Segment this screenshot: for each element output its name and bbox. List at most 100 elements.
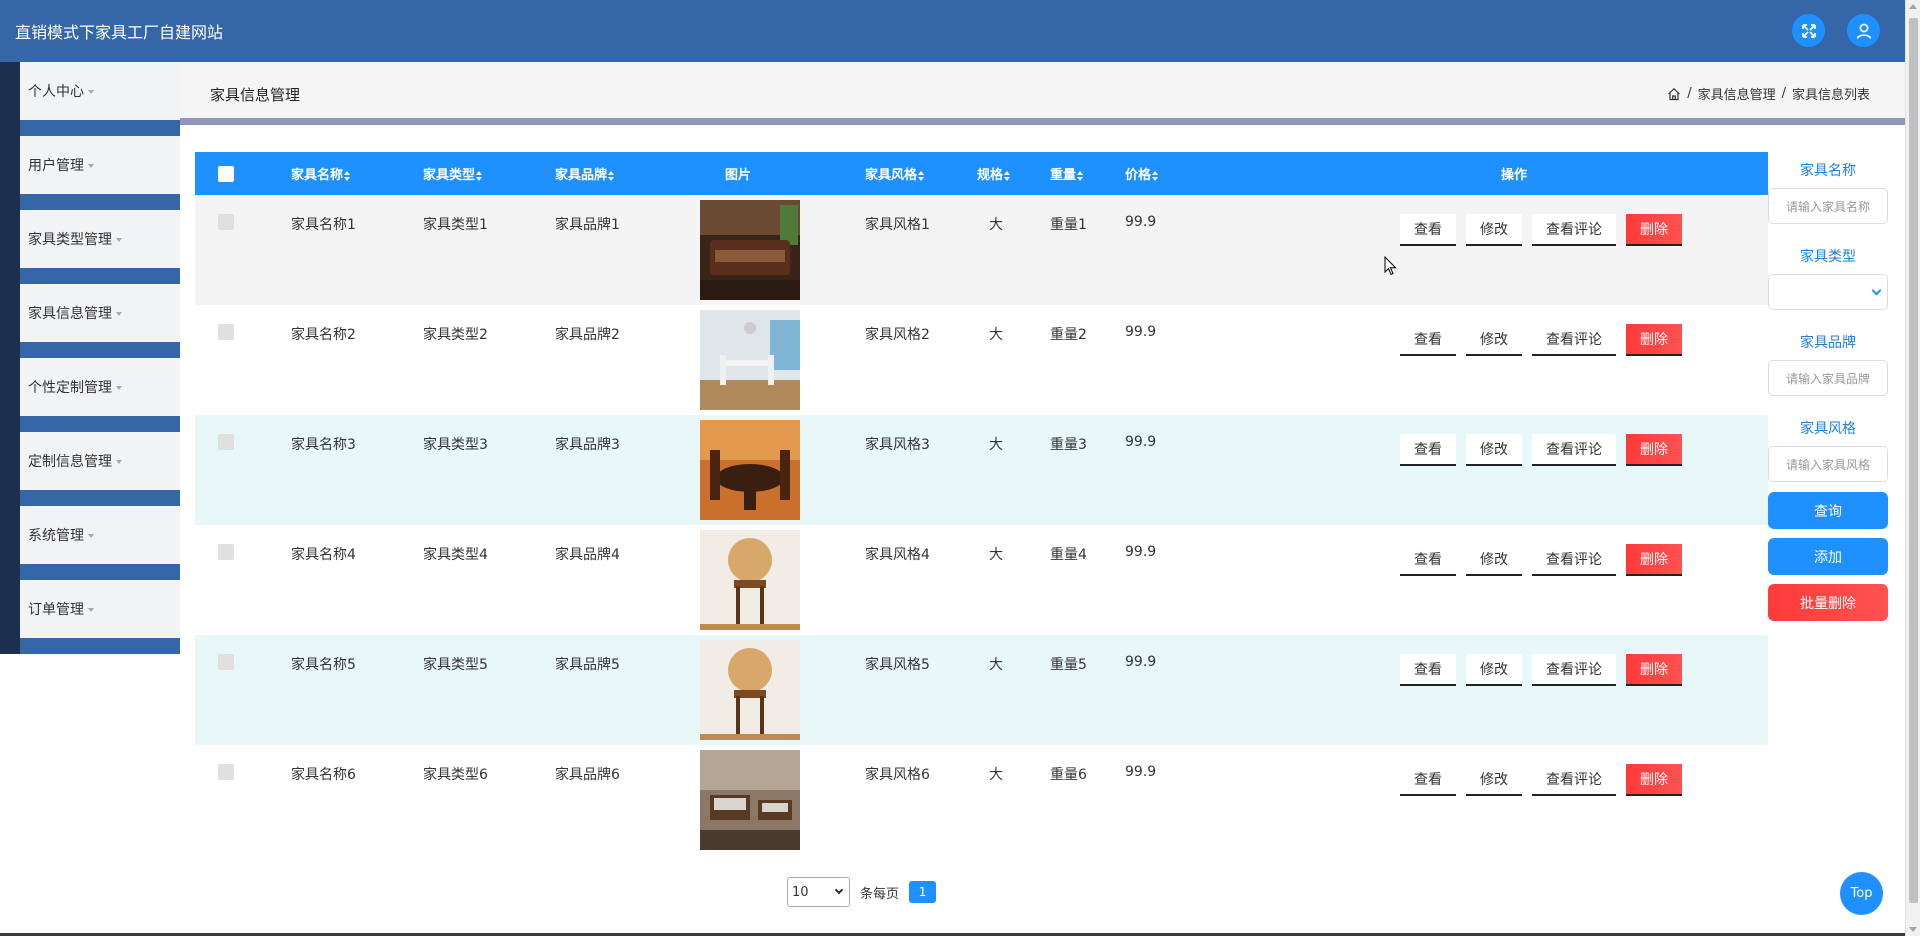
sidebar-item-customization-management[interactable]: 个性定制管理 (0, 358, 180, 432)
row-checkbox[interactable] (218, 764, 234, 780)
edit-button[interactable]: 修改 (1466, 764, 1522, 796)
vertical-scrollbar[interactable] (1905, 0, 1920, 936)
delete-button[interactable]: 删除 (1626, 764, 1682, 796)
query-button[interactable]: 查询 (1768, 492, 1888, 529)
cell-spec: 大 (989, 767, 1003, 783)
view-button[interactable]: 查看 (1400, 544, 1456, 576)
living-room-set-photo (700, 750, 800, 850)
row-checkbox[interactable] (218, 544, 234, 560)
table-row: 家具名称5 家具类型5 家具品牌5 家具风格5 大 重量5 99.9 查看 修改… (195, 635, 1768, 745)
delete-button[interactable]: 删除 (1626, 544, 1682, 576)
breadcrumb-item[interactable]: 家具信息管理 (1698, 84, 1776, 103)
sort-icon (918, 170, 925, 181)
search-brand-input[interactable]: 请输入家具品牌 (1768, 360, 1888, 396)
sidebar-item-personal-center[interactable]: 个人中心 (0, 62, 180, 136)
batch-delete-button[interactable]: 批量删除 (1768, 584, 1888, 621)
back-to-top-button[interactable]: Top (1840, 872, 1883, 915)
sidebar-item-label: 用户管理 (28, 158, 84, 174)
view-comments-button[interactable]: 查看评论 (1532, 764, 1616, 796)
col-header-brand[interactable]: 家具品牌 (555, 152, 700, 195)
breadcrumb-separator: / (1687, 86, 1692, 101)
search-panel: 家具名称 请输入家具名称 家具类型 家具品牌 请输入家具品牌 家具风格 请输入家… (1768, 152, 1888, 621)
caret-down-icon (88, 608, 94, 612)
page-size-select[interactable]: 10 (787, 877, 850, 907)
edit-button[interactable]: 修改 (1466, 434, 1522, 466)
col-header-name[interactable]: 家具名称 (291, 152, 423, 195)
scroll-up-icon[interactable] (1909, 4, 1917, 9)
scroll-down-icon[interactable] (1909, 927, 1917, 932)
cell-spec: 大 (989, 437, 1003, 453)
breadcrumb-separator: / (1781, 86, 1786, 101)
view-button[interactable]: 查看 (1400, 764, 1456, 796)
sidebar-item-system-management[interactable]: 系统管理 (0, 506, 180, 580)
cell-style: 家具风格2 (865, 327, 930, 343)
pagination: 10 条每页 1 (787, 877, 937, 907)
view-comments-button[interactable]: 查看评论 (1532, 544, 1616, 576)
table-header-row: 家具名称 家具类型 家具品牌 图片 家具风格 规格 重量 价格 操作 (195, 152, 1768, 195)
col-header-type[interactable]: 家具类型 (423, 152, 555, 195)
fullscreen-button[interactable] (1792, 14, 1825, 47)
row-checkbox[interactable] (218, 324, 234, 340)
view-comments-button[interactable]: 查看评论 (1532, 434, 1616, 466)
caret-down-icon (88, 534, 94, 538)
table-row: 家具名称6 家具类型6 家具品牌6 家具风格6 大 重量6 99.9 查看 修改… (195, 745, 1768, 855)
view-button[interactable]: 查看 (1400, 214, 1456, 246)
sidebar-item-custom-info-management[interactable]: 定制信息管理 (0, 432, 180, 506)
top-header: 直销模式下家具工厂自建网站 (0, 0, 1905, 62)
view-comments-button[interactable]: 查看评论 (1532, 324, 1616, 356)
view-comments-button[interactable]: 查看评论 (1532, 214, 1616, 246)
col-header-price[interactable]: 价格 (1125, 152, 1260, 195)
row-checkbox[interactable] (218, 214, 234, 230)
delete-button[interactable]: 删除 (1626, 214, 1682, 246)
cell-brand: 家具品牌3 (555, 437, 620, 453)
cell-name: 家具名称2 (291, 327, 356, 343)
add-button[interactable]: 添加 (1768, 538, 1888, 575)
page-number-button[interactable]: 1 (909, 881, 937, 903)
scrollbar-thumb[interactable] (1909, 18, 1918, 903)
round-dining-table-photo (700, 420, 800, 520)
cell-brand: 家具品牌1 (555, 217, 620, 233)
user-button[interactable] (1847, 14, 1880, 47)
cell-brand: 家具品牌4 (555, 547, 620, 563)
delete-button[interactable]: 删除 (1626, 654, 1682, 686)
edit-button[interactable]: 修改 (1466, 214, 1522, 246)
delete-button[interactable]: 删除 (1626, 324, 1682, 356)
search-style-label: 家具风格 (1800, 421, 1856, 437)
col-header-weight[interactable]: 重量 (1050, 152, 1125, 195)
sidebar-item-label: 家具信息管理 (28, 306, 112, 322)
sidebar-item-furniture-info-management[interactable]: 家具信息管理 (0, 284, 180, 358)
sidebar: 个人中心 用户管理 家具类型管理 家具信息管理 个性定制管理 定制信息管理 系统… (0, 62, 180, 654)
col-header-style[interactable]: 家具风格 (865, 152, 977, 195)
cell-brand: 家具品牌5 (555, 657, 620, 673)
row-checkbox[interactable] (218, 654, 234, 670)
cell-type: 家具类型4 (423, 547, 488, 563)
sidebar-item-user-management[interactable]: 用户管理 (0, 136, 180, 210)
dining-room-photo (700, 310, 800, 410)
fullscreen-icon (1801, 23, 1816, 38)
search-name-input[interactable]: 请输入家具名称 (1768, 188, 1888, 224)
edit-button[interactable]: 修改 (1466, 654, 1522, 686)
search-style-input[interactable]: 请输入家具风格 (1768, 446, 1888, 482)
chevron-down-icon (834, 885, 844, 895)
view-button[interactable]: 查看 (1400, 654, 1456, 686)
sidebar-item-order-management[interactable]: 订单管理 (0, 580, 180, 654)
row-checkbox[interactable] (218, 434, 234, 450)
col-header-spec[interactable]: 规格 (977, 152, 1050, 195)
sidebar-item-furniture-type-management[interactable]: 家具类型管理 (0, 210, 180, 284)
edit-button[interactable]: 修改 (1466, 544, 1522, 576)
view-button[interactable]: 查看 (1400, 434, 1456, 466)
select-all-checkbox[interactable] (218, 165, 234, 182)
cell-spec: 大 (989, 217, 1003, 233)
search-type-select[interactable] (1768, 274, 1888, 310)
cell-weight: 重量2 (1050, 327, 1087, 343)
furniture-table: 家具名称 家具类型 家具品牌 图片 家具风格 规格 重量 价格 操作 家具名称1… (195, 152, 1768, 855)
home-icon[interactable] (1667, 87, 1681, 101)
sidebar-item-label: 个性定制管理 (28, 380, 112, 396)
view-button[interactable]: 查看 (1400, 324, 1456, 356)
view-comments-button[interactable]: 查看评论 (1532, 654, 1616, 686)
cell-style: 家具风格6 (865, 767, 930, 783)
caret-down-icon (116, 386, 122, 390)
accent-divider (180, 118, 1905, 125)
delete-button[interactable]: 删除 (1626, 434, 1682, 466)
edit-button[interactable]: 修改 (1466, 324, 1522, 356)
